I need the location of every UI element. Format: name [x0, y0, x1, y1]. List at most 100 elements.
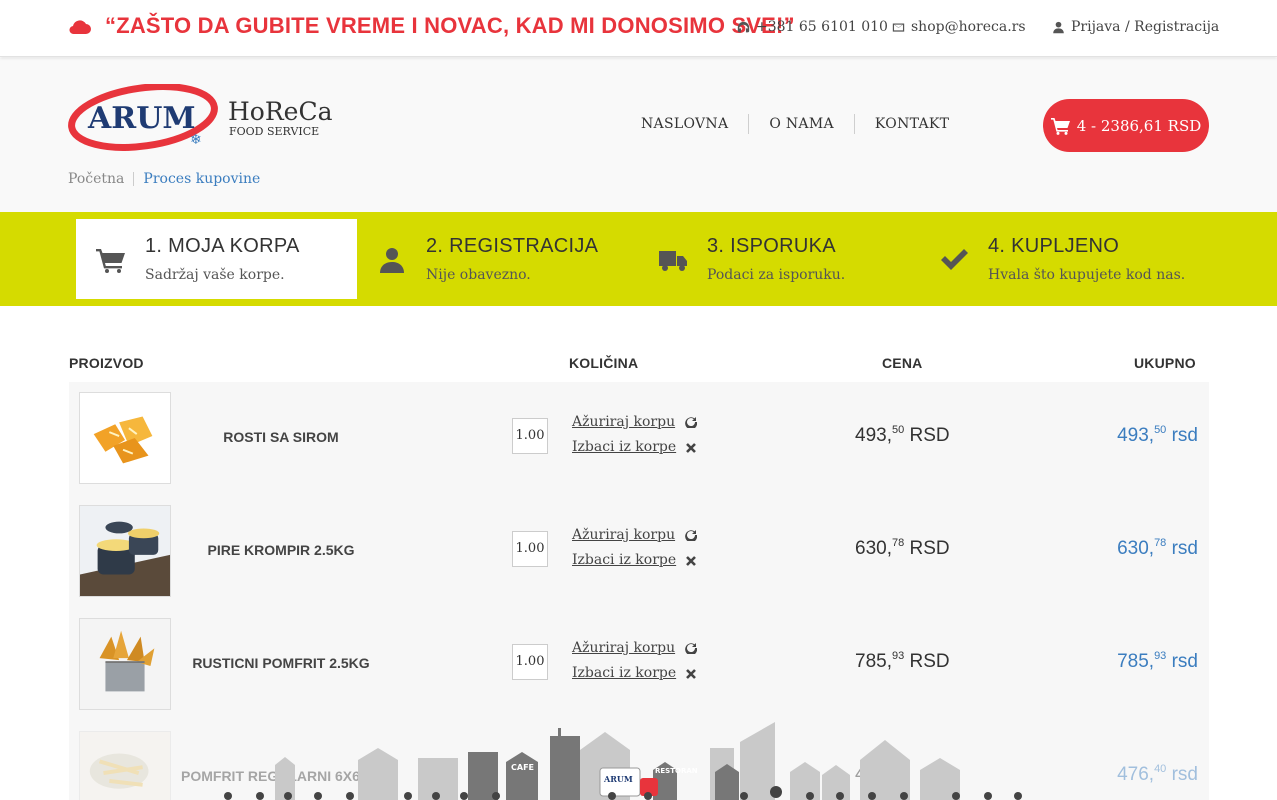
close-icon[interactable]: [685, 555, 697, 567]
line-total: 476,40 rsd: [1117, 763, 1198, 786]
logo-name: HoReCa: [228, 97, 333, 126]
product-name[interactable]: ROSTI SA SIROM: [181, 429, 381, 445]
total-amount: 493,: [1117, 425, 1155, 446]
total-currency: rsd: [1166, 651, 1198, 672]
cart-summary: 4 - 2386,61 RSD: [1076, 116, 1202, 135]
product-image[interactable]: [79, 392, 171, 484]
remove-from-cart-link[interactable]: Izbaci iz korpe: [572, 439, 676, 455]
user-icon: [1053, 21, 1064, 33]
unit-price: 630,78 RSD: [855, 537, 950, 560]
step-title: 2. REGISTRACIJA: [426, 235, 599, 257]
step-purchased[interactable]: 4. KUPLJENO Hvala što kupujete kod nas.: [919, 219, 1200, 299]
refresh-icon[interactable]: [685, 642, 697, 654]
product-name[interactable]: PIRE KROMPIR 2.5KG: [181, 542, 381, 558]
line-total: 493,50 rsd: [1117, 424, 1198, 447]
close-icon[interactable]: [685, 668, 697, 680]
price-amount: 785,: [855, 651, 892, 672]
remove-from-cart-link[interactable]: Izbaci iz korpe: [572, 665, 676, 681]
total-cents: 93: [1154, 650, 1167, 662]
price-cents: 93: [891, 650, 905, 662]
login-link[interactable]: Prijava / Registracija: [1052, 19, 1219, 35]
nav-home[interactable]: NASLOVNA: [621, 116, 748, 132]
header: ARUM ❄ HoReCa FOOD SERVICE NASLOVNA O NA…: [0, 58, 1277, 212]
quantity-input[interactable]: 1.00: [512, 644, 548, 680]
refresh-icon[interactable]: [685, 416, 697, 428]
price-amount: 493,: [855, 425, 892, 446]
logo[interactable]: ARUM ❄ HoReCa FOOD SERVICE: [68, 83, 338, 154]
login-label: Prijava / Registracija: [1071, 19, 1220, 35]
envelope-icon: [892, 22, 905, 32]
column-header-total: UKUPNO: [1134, 355, 1196, 371]
close-icon[interactable]: [685, 442, 697, 454]
cart-icon: [96, 247, 126, 273]
step-cart[interactable]: 1. MOJA KORPA Sadržaj vaše korpe.: [76, 219, 357, 299]
total-amount: 630,: [1117, 538, 1155, 559]
email-address: shop@horeca.rs: [911, 19, 1026, 35]
step-title: 4. KUPLJENO: [988, 235, 1120, 257]
product-name[interactable]: RUSTICNI POMFRIT 2.5KG: [181, 655, 381, 671]
column-header-quantity: KOLIČINA: [569, 355, 639, 371]
top-bar: “ZAŠTO DA GUBITE VREME I NOVAC, KAD MI D…: [0, 0, 1277, 57]
slogan: “ZAŠTO DA GUBITE VREME I NOVAC, KAD MI D…: [105, 13, 795, 38]
unit-price: 785,93 RSD: [855, 650, 950, 673]
city-skyline-illustration: CAFE RESTORAN ARUM: [224, 722, 1022, 800]
user-icon: [377, 247, 407, 273]
arum-logo-graphic: ARUM ❄ HoReCa FOOD SERVICE: [68, 83, 333, 151]
truck-icon: [658, 247, 688, 273]
update-cart-link[interactable]: Ažuriraj korpu: [572, 414, 675, 430]
step-subtitle: Podaci za isporuku.: [707, 267, 846, 283]
restaurant-sign: RESTORAN: [655, 767, 698, 775]
price-currency: RSD: [904, 538, 950, 559]
remove-from-cart-link[interactable]: Izbaci iz korpe: [572, 552, 676, 568]
step-title: 3. ISPORUKA: [707, 235, 836, 257]
step-title: 1. MOJA KORPA: [145, 235, 300, 257]
table-row: ROSTI SA SIROM 1.00 Ažuriraj korpu Izbac…: [69, 382, 1209, 495]
cart-icon: [1050, 117, 1070, 135]
logo-tagline: FOOD SERVICE: [229, 125, 319, 138]
headset-icon: [737, 21, 750, 32]
check-icon: [939, 247, 969, 273]
line-total: 630,78 rsd: [1117, 537, 1198, 560]
total-currency: rsd: [1166, 764, 1198, 785]
price-cents: 50: [891, 424, 905, 436]
update-cart-link[interactable]: Ažuriraj korpu: [572, 527, 675, 543]
price-amount: 630,: [855, 538, 892, 559]
product-image[interactable]: [79, 731, 171, 800]
main-nav: NASLOVNA O NAMA KONTAKT: [621, 114, 969, 134]
total-currency: rsd: [1166, 425, 1198, 446]
breadcrumb-current[interactable]: Proces kupovine: [143, 171, 260, 187]
cart-button[interactable]: 4 - 2386,61 RSD: [1043, 99, 1209, 152]
product-image[interactable]: [79, 618, 171, 710]
email-contact[interactable]: shop@horeca.rs: [892, 19, 1026, 35]
refresh-icon[interactable]: [685, 529, 697, 541]
price-currency: RSD: [904, 425, 950, 446]
nav-contact[interactable]: KONTAKT: [855, 116, 969, 132]
price-currency: RSD: [904, 651, 950, 672]
step-registration[interactable]: 2. REGISTRACIJA Nije obavezno.: [357, 219, 638, 299]
total-cents: 40: [1154, 763, 1167, 775]
update-cart-link[interactable]: Ažuriraj korpu: [572, 640, 675, 656]
column-header-price: CENA: [882, 355, 923, 371]
svg-text:❄: ❄: [190, 132, 202, 148]
breadcrumb-divider: [133, 172, 135, 186]
product-image[interactable]: [79, 505, 171, 597]
step-delivery[interactable]: 3. ISPORUKA Podaci za isporuku.: [638, 219, 919, 299]
quantity-input[interactable]: 1.00: [512, 531, 548, 567]
nav-about[interactable]: O NAMA: [749, 116, 854, 132]
total-amount: 476,: [1117, 764, 1155, 785]
logo-brand: ARUM: [87, 101, 196, 136]
step-subtitle: Hvala što kupujete kod nas.: [988, 267, 1186, 283]
total-cents: 50: [1154, 424, 1167, 436]
table-row: RUSTICNI POMFRIT 2.5KG 1.00 Ažuriraj kor…: [69, 608, 1209, 721]
phone-number: +381 65 6101 010: [756, 19, 888, 35]
total-cents: 78: [1154, 537, 1167, 549]
table-row: PIRE KROMPIR 2.5KG 1.00 Ažuriraj korpu I…: [69, 495, 1209, 608]
step-subtitle: Sadržaj vaše korpe.: [145, 267, 285, 283]
line-total: 785,93 rsd: [1117, 650, 1198, 673]
column-header-product: PROIZVOD: [69, 355, 144, 371]
total-currency: rsd: [1166, 538, 1198, 559]
breadcrumb-home[interactable]: Početna: [68, 171, 124, 187]
phone-contact[interactable]: +381 65 6101 010: [737, 19, 888, 35]
quantity-input[interactable]: 1.00: [512, 418, 548, 454]
truck-brand: ARUM: [603, 774, 633, 784]
